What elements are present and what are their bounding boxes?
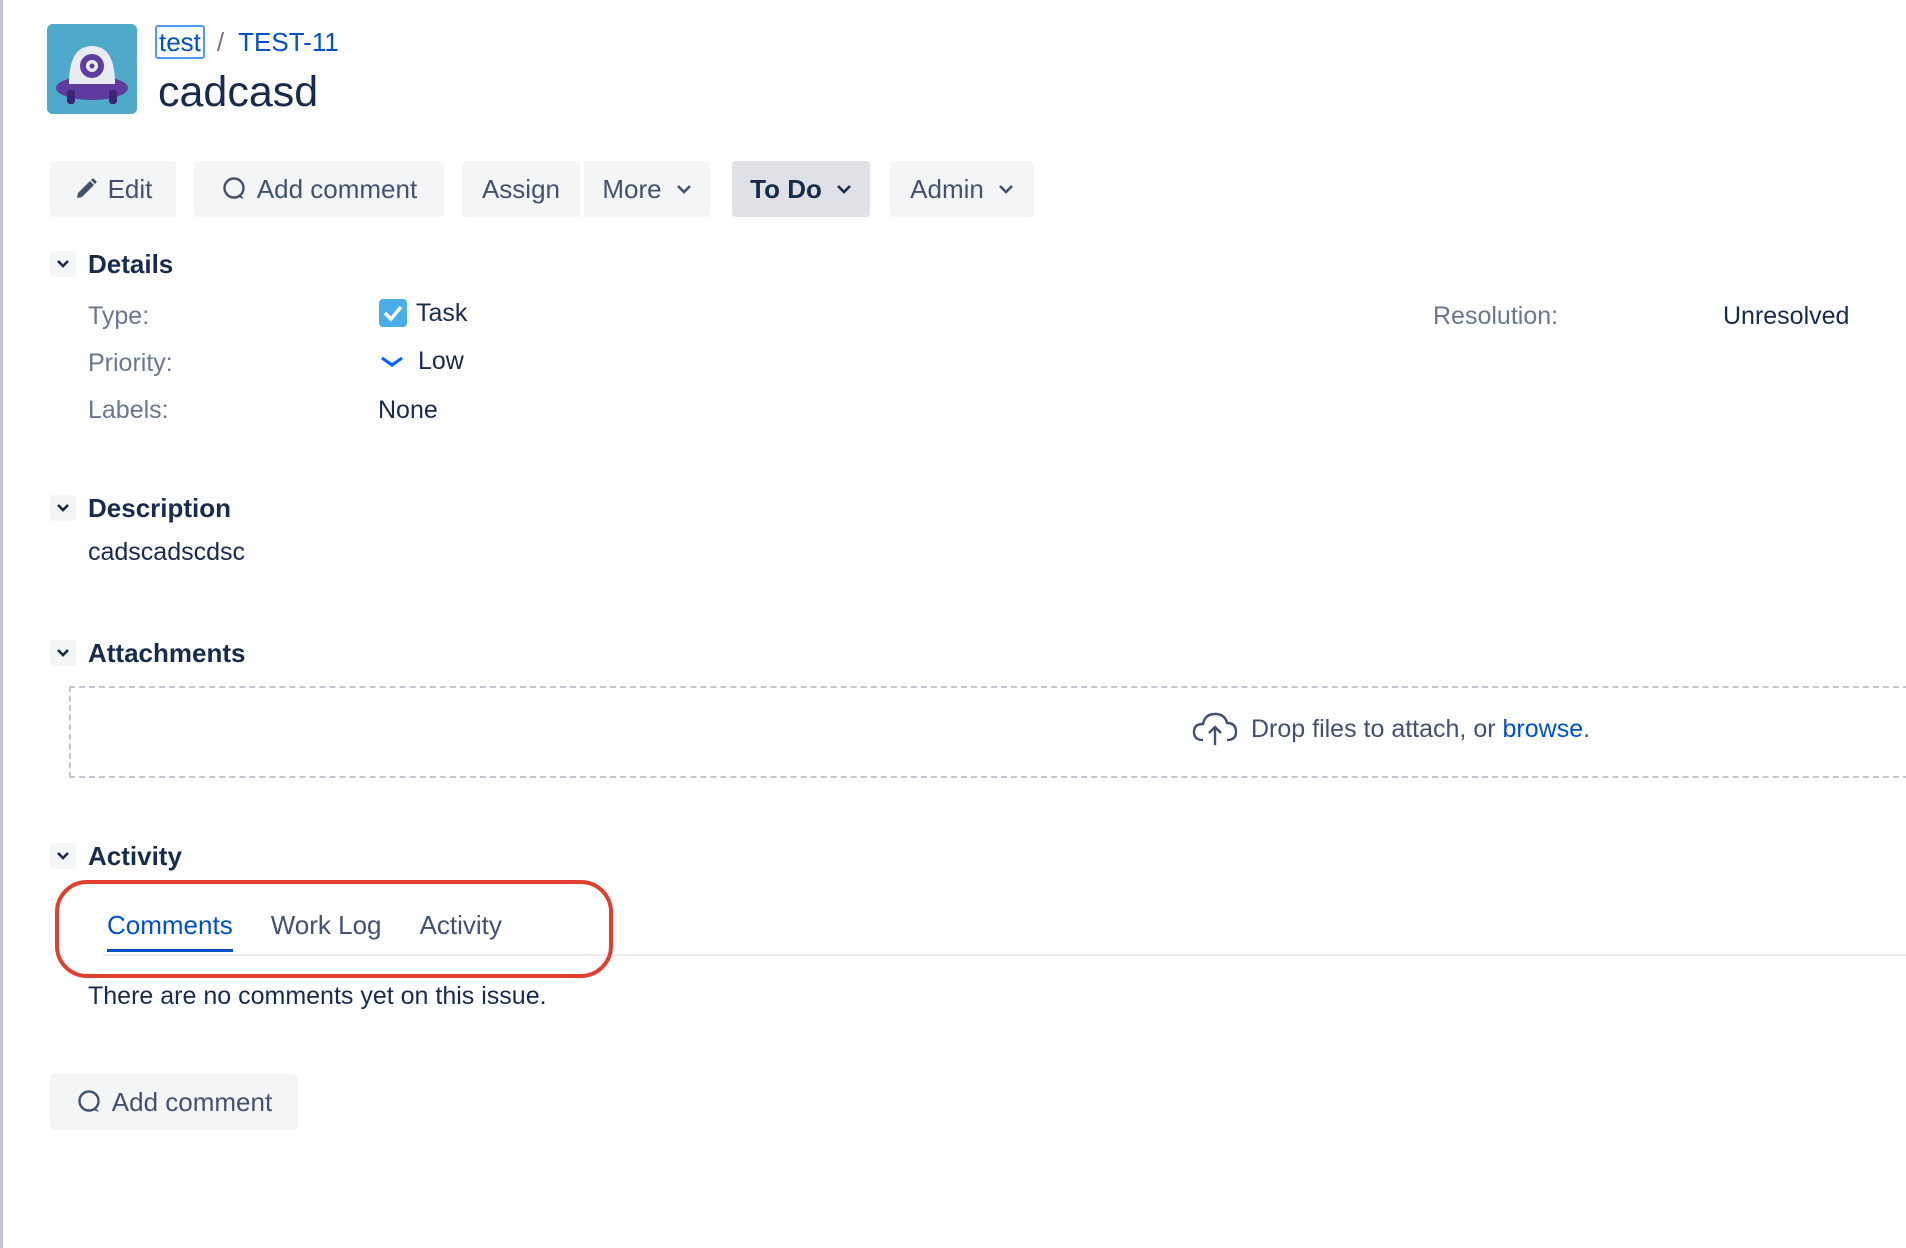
add-comment-bottom-button[interactable]: Add comment (50, 1074, 298, 1130)
add-comment-bottom-label: Add comment (111, 1086, 273, 1117)
resolution-label: Resolution: (1433, 302, 1559, 330)
chevron-down-icon (50, 640, 76, 666)
chevron-down-icon (836, 183, 852, 195)
no-comments-message: There are no comments yet on this issue. (88, 982, 547, 1010)
chevron-down-icon (50, 251, 76, 277)
project-avatar-icon[interactable] (47, 24, 137, 114)
activity-section-toggle[interactable]: Activity (50, 838, 182, 874)
edit-button-label: Edit (107, 173, 153, 204)
breadcrumb-issue-key-link[interactable]: TEST-11 (238, 27, 339, 58)
labels-value[interactable]: None (378, 396, 438, 425)
priority-value-text: Low (418, 347, 464, 375)
tab-work-log[interactable]: Work Log (271, 910, 382, 952)
breadcrumb-project-link[interactable]: test (155, 25, 205, 59)
activity-heading: Activity (88, 840, 182, 871)
breadcrumb: test / TEST-11 (155, 24, 339, 60)
task-icon (378, 298, 408, 328)
edit-button[interactable]: Edit (50, 161, 176, 217)
admin-dropdown-label: Admin (910, 173, 984, 204)
add-comment-button-label: Add comment (256, 173, 418, 204)
tab-activity[interactable]: Activity (420, 910, 502, 952)
status-dropdown-label: To Do (750, 173, 822, 204)
cloud-upload-icon (1191, 710, 1239, 748)
resolution-value: Unresolved (1723, 302, 1850, 330)
more-dropdown[interactable]: More (584, 161, 710, 217)
add-comment-button[interactable]: Add comment (194, 161, 444, 217)
breadcrumb-separator: / (216, 26, 225, 57)
admin-dropdown[interactable]: Admin (890, 161, 1034, 217)
dropzone-message: Drop files to attach, or browse. (1191, 710, 1590, 748)
chevron-down-icon (676, 183, 692, 195)
description-section-toggle[interactable]: Description (50, 490, 231, 526)
type-value-text: Task (416, 298, 468, 327)
tab-comments[interactable]: Comments (107, 910, 233, 952)
chevron-down-icon (50, 843, 76, 869)
tabs-divider (103, 954, 1906, 956)
dropzone-suffix: . (1583, 714, 1591, 743)
issue-view: test / TEST-11 cadcasd Edit Add comment … (0, 0, 1906, 1248)
type-value[interactable]: Task (378, 298, 467, 328)
dropzone-text: Drop files to attach, or (1251, 714, 1496, 743)
details-section-toggle[interactable]: Details (50, 246, 173, 282)
priority-low-icon (378, 352, 406, 372)
priority-label: Priority: (88, 349, 173, 377)
assign-button-label: Assign (481, 173, 561, 204)
chevron-down-icon (998, 183, 1014, 195)
type-label: Type: (88, 302, 150, 330)
browse-link[interactable]: browse (1503, 715, 1584, 744)
issue-title[interactable]: cadcasd (158, 68, 318, 117)
description-text[interactable]: cadscadscdsc (88, 538, 245, 567)
more-dropdown-label: More (602, 173, 662, 204)
labels-label: Labels: (88, 396, 169, 424)
comment-icon (76, 1089, 102, 1115)
attachments-heading: Attachments (88, 637, 246, 668)
comment-icon (221, 176, 247, 202)
pencil-icon (74, 177, 98, 201)
attachment-dropzone[interactable]: Drop files to attach, or browse. (69, 686, 1906, 778)
details-heading: Details (88, 248, 174, 279)
description-heading: Description (88, 492, 232, 523)
chevron-down-icon (50, 495, 76, 521)
assign-button[interactable]: Assign (462, 161, 580, 217)
attachments-section-toggle[interactable]: Attachments (50, 635, 245, 671)
status-dropdown[interactable]: To Do (732, 161, 870, 217)
priority-value[interactable]: Low (378, 347, 464, 376)
activity-tabs: Comments Work Log Activity (107, 910, 540, 952)
